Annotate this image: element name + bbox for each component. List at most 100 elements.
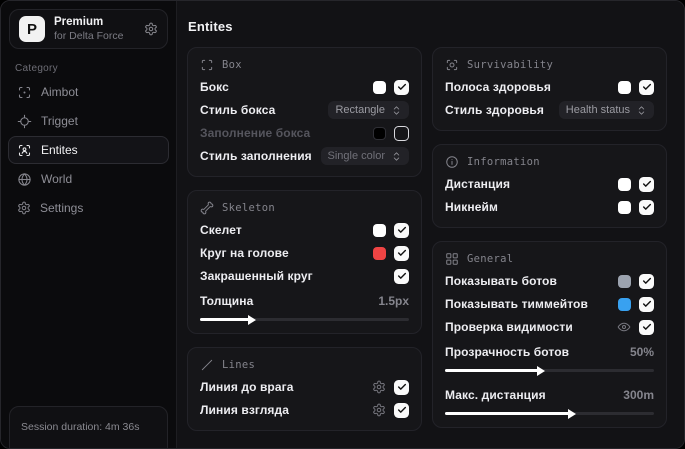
chevrons-up-down-icon [391, 151, 402, 162]
skeleton-enabled-label: Скелет [200, 223, 242, 237]
distance-label: Дистанция [445, 177, 511, 191]
sidebar-item-trigget[interactable]: Trigget [8, 107, 169, 135]
thickness-label: Толщина [200, 294, 254, 308]
show-bots-color-swatch[interactable] [618, 274, 631, 288]
health-style-label: Стиль здоровья [445, 103, 544, 117]
nickname-controls [618, 199, 654, 215]
health-bar-checkbox[interactable] [639, 79, 654, 95]
sidebar-nav: Aimbot Trigget Entites World Settings [1, 78, 176, 222]
head-circle-checkbox[interactable] [394, 245, 409, 261]
view-line-label: Линия взгляда [200, 403, 290, 417]
panel-columns: Box Бокс Стиль бокса Rectangle Заполнение бо… [187, 47, 674, 431]
row-head-circle: Круг на голове [200, 245, 409, 261]
head-circle-label: Круг на голове [200, 246, 289, 260]
max-distance-slider[interactable] [445, 408, 654, 419]
sidebar: P Premium for Delta Force Category Aimbo… [1, 1, 177, 448]
panel-skeleton-header: Skeleton [200, 201, 409, 215]
head-circle-color-swatch[interactable] [373, 246, 386, 260]
grid-icon [445, 252, 459, 266]
row-distance: Дистанция [445, 176, 654, 192]
category-label: Category [15, 63, 58, 74]
box-style-dropdown-value: Rectangle [335, 104, 385, 116]
show-bots-checkbox[interactable] [639, 273, 654, 289]
box-style-dropdown[interactable]: Rectangle [328, 101, 409, 119]
view-line-checkbox[interactable] [394, 402, 409, 418]
nickname-label: Никнейм [445, 200, 498, 214]
row-view-line: Линия взгляда [200, 402, 409, 418]
line-icon [200, 358, 214, 372]
skeleton-enabled-color-swatch[interactable] [373, 223, 386, 237]
info-icon [445, 155, 459, 169]
chevrons-up-down-icon [636, 105, 647, 116]
box-fill-style-label: Стиль заполнения [200, 149, 312, 163]
show-teammates-label: Показывать тиммейтов [445, 297, 588, 311]
box-fill-style-dropdown[interactable]: Single color [320, 147, 409, 165]
bots-opacity-slider[interactable] [445, 365, 654, 376]
box-fill-style-controls: Single color [320, 147, 409, 165]
entity-scan-icon [17, 143, 32, 158]
panel-box: Box Бокс Стиль бокса Rectangle Заполнение бо… [187, 47, 422, 177]
chevrons-up-down-icon [391, 105, 402, 116]
row-health-style: Стиль здоровья Health status [445, 101, 654, 119]
show-teammates-controls [618, 296, 654, 312]
panel-survivability: Survivability Полоса здоровья Стиль здоров… [432, 47, 667, 131]
bots-opacity-slider-thumb[interactable] [537, 365, 546, 376]
box-enabled-color-swatch[interactable] [373, 80, 386, 94]
row-max-distance: Макс. дистанция 300m [445, 387, 654, 403]
show-bots-label: Показывать ботов [445, 274, 557, 288]
show-teammates-color-swatch[interactable] [618, 297, 631, 311]
panel-title: Lines [222, 359, 256, 371]
sidebar-item-settings[interactable]: Settings [8, 194, 169, 222]
session-box: Session duration: 4m 36s [9, 406, 168, 448]
panel-column-1: Box Бокс Стиль бокса Rectangle Заполнение бо… [187, 47, 422, 431]
sidebar-item-entites[interactable]: Entites [8, 136, 169, 164]
health-style-dropdown[interactable]: Health status [558, 101, 654, 119]
max-distance-slider-thumb[interactable] [568, 408, 577, 419]
box-enabled-checkbox[interactable] [394, 79, 409, 95]
panel-information: Information Дистанция Никнейм [432, 144, 667, 228]
distance-color-swatch[interactable] [618, 177, 631, 191]
row-nickname: Никнейм [445, 199, 654, 215]
visibility-check-label: Проверка видимости [445, 320, 573, 334]
panel-title: Survivability [467, 59, 554, 71]
box-fill-controls [373, 125, 409, 141]
brand-card: P Premium for Delta Force [9, 9, 168, 49]
show-teammates-checkbox[interactable] [639, 296, 654, 312]
nickname-color-swatch[interactable] [618, 200, 631, 214]
max-distance-label: Макс. дистанция [445, 388, 546, 402]
filled-circle-checkbox[interactable] [394, 268, 409, 284]
globe-icon [17, 172, 32, 187]
row-show-bots: Показывать ботов [445, 273, 654, 289]
row-health-bar: Полоса здоровья [445, 79, 654, 95]
health-bar-label: Полоса здоровья [445, 80, 551, 94]
sidebar-item-label: Entites [41, 143, 78, 157]
thickness-slider-thumb[interactable] [248, 314, 257, 325]
bots-opacity-slider-fill [445, 369, 540, 372]
box-fill-color-swatch[interactable] [373, 126, 386, 140]
row-skeleton-enabled: Скелет [200, 222, 409, 238]
skeleton-enabled-checkbox[interactable] [394, 222, 409, 238]
gear-icon[interactable] [372, 403, 386, 417]
health-bar-controls [618, 79, 654, 95]
filled-circle-controls [394, 268, 409, 284]
health-bar-color-swatch[interactable] [618, 80, 631, 94]
distance-checkbox[interactable] [639, 176, 654, 192]
line-to-enemy-checkbox[interactable] [394, 379, 409, 395]
row-bots-opacity: Прозрачность ботов 50% [445, 344, 654, 360]
visibility-check-checkbox[interactable] [639, 319, 654, 335]
panel-lines: Lines Линия до врага Линия взгляда [187, 347, 422, 431]
view-line-controls [372, 402, 409, 418]
nickname-checkbox[interactable] [639, 199, 654, 215]
box-fill-checkbox[interactable] [394, 125, 409, 141]
scan-circle-icon [445, 58, 459, 72]
eye-icon[interactable] [617, 320, 631, 334]
bots-opacity-label: Прозрачность ботов [445, 345, 570, 359]
sidebar-item-world[interactable]: World [8, 165, 169, 193]
gear-icon[interactable] [372, 380, 386, 394]
box-fill-label: Заполнение бокса [200, 126, 311, 140]
visibility-check-controls [617, 319, 654, 335]
sidebar-item-aimbot[interactable]: Aimbot [8, 78, 169, 106]
gear-icon[interactable] [144, 22, 158, 36]
crosshair-scan-icon [17, 85, 32, 100]
thickness-slider[interactable] [200, 314, 409, 325]
